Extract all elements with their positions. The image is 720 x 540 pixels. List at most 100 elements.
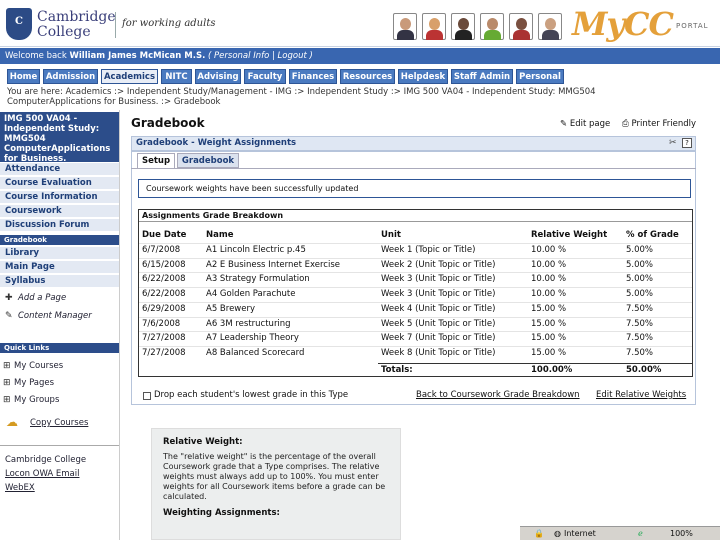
row-unit: Week 3 (Unit Topic or Title) bbox=[381, 289, 496, 300]
add-page-link[interactable]: Add a Page bbox=[18, 293, 66, 304]
college-crest-logo[interactable]: C bbox=[6, 8, 32, 40]
zone-label: Internet bbox=[564, 529, 596, 538]
copy-courses-link[interactable]: Copy Courses bbox=[30, 418, 88, 429]
welcome-prefix: Welcome back bbox=[5, 51, 70, 61]
portal-label: PORTAL bbox=[676, 22, 709, 30]
row-divider bbox=[139, 257, 692, 259]
tab-admission[interactable]: Admission bbox=[43, 69, 98, 84]
row-percent-of-grade: 5.00% bbox=[626, 245, 654, 255]
row-unit: Week 5 (Unit Topic or Title) bbox=[381, 318, 496, 329]
wrench-icon[interactable]: ✂ bbox=[669, 138, 677, 148]
back-to-breakdown-link[interactable]: Back to Coursework Grade Breakdown bbox=[416, 390, 580, 400]
expand-icon[interactable]: ⊞ bbox=[3, 379, 13, 388]
edit-page-label: Edit page bbox=[569, 119, 611, 129]
row-name: A8 Balanced Scorecard bbox=[206, 347, 305, 358]
welcome-bar: Welcome back William James McMican M.S. … bbox=[0, 48, 720, 64]
breadcrumb[interactable]: You are here: Academics :> Independent S… bbox=[7, 87, 647, 107]
zoom-label[interactable]: 100% bbox=[670, 527, 693, 540]
sidebar-item-course-evaluation[interactable]: Course Evaluation bbox=[0, 177, 119, 190]
row-due-date: 7/27/2008 bbox=[142, 333, 186, 344]
quicklink-my-groups[interactable]: My Groups bbox=[14, 395, 59, 406]
mycc-portal-logo[interactable]: MyCC bbox=[572, 7, 674, 41]
sidebar-item-course-information[interactable]: Course Information bbox=[0, 191, 119, 204]
row-relative-weight: 10.00 % bbox=[531, 289, 567, 300]
link-webex[interactable]: WebEX bbox=[5, 483, 35, 494]
tab-personal[interactable]: Personal bbox=[516, 69, 564, 84]
page-root: C Cambridge College for working adults M… bbox=[0, 0, 720, 540]
tagline: for working adults bbox=[122, 18, 216, 29]
tab-home[interactable]: Home bbox=[7, 69, 40, 84]
tab-setup[interactable]: Setup bbox=[137, 153, 175, 168]
expand-icon[interactable]: ⊞ bbox=[3, 362, 13, 371]
lock-icon: 🔒 bbox=[534, 529, 544, 538]
user-name: William James McMican M.S. bbox=[69, 51, 206, 61]
sidebar-item-coursework[interactable]: Coursework bbox=[0, 205, 119, 218]
expand-icon[interactable]: ⊞ bbox=[3, 396, 13, 405]
photo-portrait bbox=[538, 13, 562, 40]
tab-academics[interactable]: Academics bbox=[101, 69, 158, 84]
tab-resources[interactable]: Resources bbox=[340, 69, 395, 84]
totals-label: Totals: bbox=[381, 365, 413, 375]
success-message: Coursework weights have been successfull… bbox=[138, 179, 691, 198]
row-unit: Week 3 (Unit Topic or Title) bbox=[381, 274, 496, 285]
help-box: Relative Weight: The "relative weight" i… bbox=[151, 428, 401, 540]
drop-lowest-label: Drop each student's lowest grade in this… bbox=[154, 390, 349, 400]
quicklink-my-courses[interactable]: My Courses bbox=[14, 361, 63, 372]
panel-header: Gradebook - Weight Assignments bbox=[131, 136, 696, 151]
totals-divider bbox=[378, 363, 692, 364]
row-percent-of-grade: 5.00% bbox=[626, 289, 654, 300]
photo-portrait bbox=[451, 13, 475, 40]
content-manager-link[interactable]: Content Manager bbox=[18, 311, 92, 322]
tab-helpdesk[interactable]: Helpdesk bbox=[398, 69, 448, 84]
row-due-date: 7/6/2008 bbox=[142, 318, 181, 329]
row-name: A6 3M restructuring bbox=[206, 318, 291, 329]
row-relative-weight: 10.00 % bbox=[531, 274, 567, 285]
copy-courses-icon: ☁ bbox=[6, 415, 18, 429]
edit-relative-weights-link[interactable]: Edit Relative Weights bbox=[596, 390, 686, 400]
row-percent-of-grade: 7.50% bbox=[626, 303, 654, 314]
edit-page-link[interactable]: ✎ Edit page bbox=[560, 119, 610, 129]
row-due-date: 6/7/2008 bbox=[142, 245, 181, 255]
tab-nitc[interactable]: NITC bbox=[161, 69, 192, 84]
tab-gradebook[interactable]: Gradebook bbox=[177, 153, 239, 168]
table-caption: Assignments Grade Breakdown bbox=[139, 210, 692, 222]
photo-portrait bbox=[509, 13, 533, 40]
college-name-bottom: College bbox=[37, 24, 91, 40]
row-divider bbox=[139, 345, 692, 347]
totals-grade: 50.00% bbox=[626, 365, 662, 375]
link-cambridge-college[interactable]: Cambridge College bbox=[5, 455, 86, 466]
tab-advising[interactable]: Advising bbox=[195, 69, 241, 84]
tab-faculty[interactable]: Faculty bbox=[244, 69, 286, 84]
row-name: A2 E Business Internet Exercise bbox=[206, 259, 341, 270]
drop-lowest-checkbox[interactable] bbox=[143, 392, 151, 400]
printer-icon: ⎙ bbox=[622, 119, 629, 129]
quicklink-my-pages[interactable]: My Pages bbox=[14, 378, 54, 389]
sidebar-item-discussion-forum[interactable]: Discussion Forum bbox=[0, 219, 119, 232]
sidebar-item-syllabus[interactable]: Syllabus bbox=[0, 275, 119, 288]
row-divider bbox=[139, 316, 692, 318]
photo-portrait bbox=[393, 13, 417, 40]
link-owa-email[interactable]: Locon OWA Email bbox=[5, 469, 79, 480]
sidebar-item-gradebook[interactable]: Gradebook bbox=[0, 235, 119, 245]
row-due-date: 6/22/2008 bbox=[142, 289, 186, 300]
col-percent-of-grade: % of Grade bbox=[626, 230, 679, 240]
row-unit: Week 1 (Topic or Title) bbox=[381, 245, 476, 255]
row-percent-of-grade: 7.50% bbox=[626, 333, 654, 344]
row-relative-weight: 10.00 % bbox=[531, 259, 567, 270]
page-title: Gradebook bbox=[131, 116, 205, 130]
col-due-date: Due Date bbox=[142, 230, 187, 240]
sidebar-item-library[interactable]: Library bbox=[0, 247, 119, 260]
row-relative-weight: 15.00 % bbox=[531, 333, 567, 344]
row-unit: Week 8 (Unit Topic or Title) bbox=[381, 347, 496, 358]
ie-icon: ℯ bbox=[638, 529, 643, 538]
row-percent-of-grade: 7.50% bbox=[626, 347, 654, 358]
help-icon[interactable]: ? bbox=[682, 138, 692, 148]
col-unit: Unit bbox=[381, 230, 401, 240]
tab-finances[interactable]: Finances bbox=[289, 69, 337, 84]
printer-friendly-link[interactable]: ⎙ Printer Friendly bbox=[622, 119, 696, 129]
sidebar-item-main-page[interactable]: Main Page bbox=[0, 261, 119, 274]
help-title: Relative Weight: bbox=[163, 437, 243, 447]
account-links[interactable]: ( Personal Info | Logout ) bbox=[208, 51, 313, 61]
tab-staff-admin[interactable]: Staff Admin bbox=[451, 69, 513, 84]
sidebar-item-attendance[interactable]: Attendance bbox=[0, 163, 119, 176]
